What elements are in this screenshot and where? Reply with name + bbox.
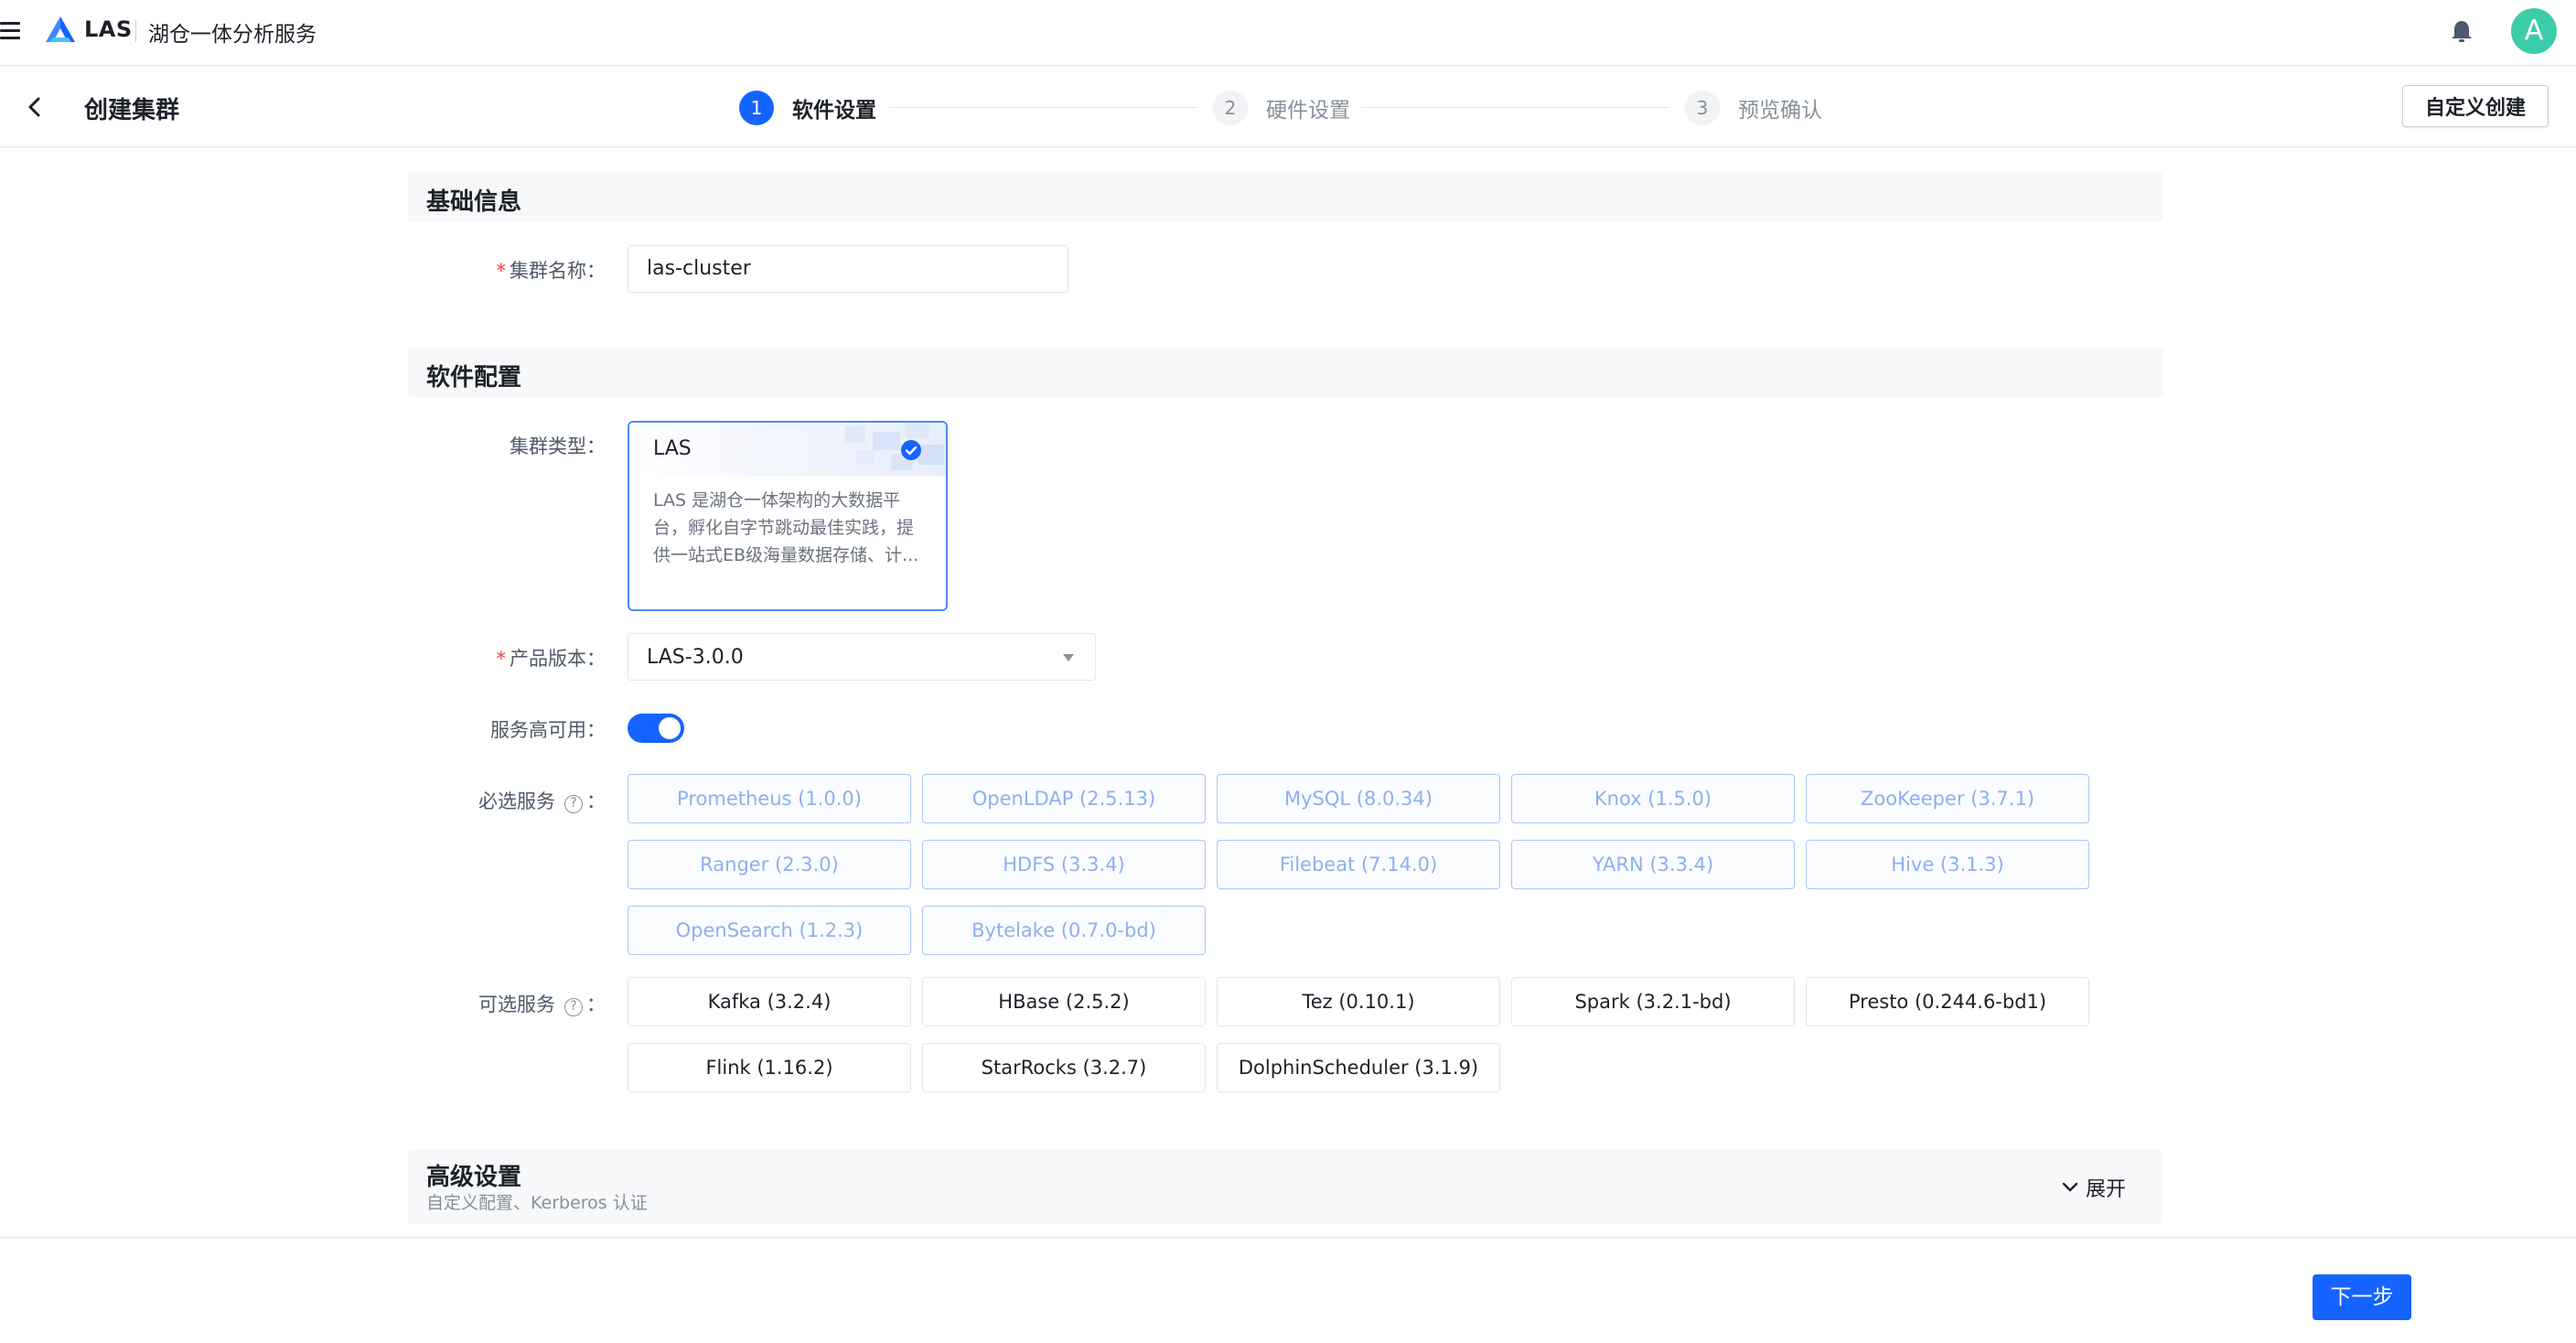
cluster-type-description: LAS 是湖仓一体架构的大数据平 台，孵化自字节跳动最佳实践，提 供一站式EB级… (653, 490, 919, 565)
step-number: 1 (739, 91, 774, 125)
required-service-tag: ZooKeeper (3.7.1) (1806, 774, 2089, 823)
top-navigation-bar: LAS 湖仓一体分析服务 A (0, 0, 2576, 66)
page-header: 创建集群 1 软件设置 2 硬件设置 3 预览确认 自定义创建 (0, 67, 2576, 147)
optional-service-tag[interactable]: DolphinScheduler (3.1.9) (1217, 1043, 1500, 1092)
basic-info-section-header: 基础信息 (408, 172, 2163, 221)
required-service-tag: Bytelake (0.7.0-bd) (922, 906, 1206, 955)
product-name: 湖仓一体分析服务 (148, 23, 317, 47)
section-title: 软件配置 (426, 364, 522, 392)
section-subtitle: 自定义配置、Kerberos 认证 (426, 1193, 648, 1213)
required-services-label: 必选服务?： (478, 790, 606, 813)
custom-create-button[interactable]: 自定义创建 (2402, 85, 2549, 127)
card-pattern (845, 423, 944, 470)
optional-service-tag[interactable]: Presto (0.244.6-bd1) (1806, 977, 2089, 1026)
help-icon[interactable]: ? (564, 795, 583, 813)
step-number: 2 (1213, 91, 1248, 125)
notification-bell-icon[interactable] (2450, 18, 2474, 44)
step-label: 硬件设置 (1266, 99, 1350, 123)
required-service-tag: MySQL (8.0.34) (1217, 774, 1500, 823)
step-label: 预览确认 (1738, 99, 1822, 123)
page-title: 创建集群 (84, 97, 180, 124)
cluster-type-name: LAS (653, 437, 692, 460)
section-title: 基础信息 (426, 188, 522, 216)
menu-icon[interactable] (0, 22, 20, 40)
step-label: 软件设置 (792, 99, 876, 123)
optional-service-tag[interactable]: StarRocks (3.2.7) (922, 1043, 1206, 1092)
select-value: LAS-3.0.0 (647, 646, 744, 669)
selected-check-icon (901, 440, 921, 460)
software-config-section-header: 软件配置 (408, 348, 2163, 397)
required-service-tag: Prometheus (1.0.0) (628, 774, 911, 823)
optional-service-tag[interactable]: Spark (3.2.1-bd) (1511, 977, 1795, 1026)
cluster-type-card-las[interactable]: LAS LAS 是湖仓一体架构的大数据平 台，孵化自字节跳动最佳实践，提 供一站… (628, 421, 948, 611)
user-avatar[interactable]: A (2511, 8, 2557, 54)
logo-text: LAS (84, 16, 133, 42)
help-icon[interactable]: ? (564, 998, 583, 1016)
required-service-tag: Knox (1.5.0) (1511, 774, 1795, 823)
toggle-knob (659, 717, 681, 739)
back-arrow-icon[interactable] (24, 94, 48, 120)
step-connector (889, 107, 1197, 108)
optional-service-tag[interactable]: Kafka (3.2.4) (628, 977, 911, 1026)
step-preview-confirm: 3 预览确认 (1685, 90, 1822, 126)
required-service-tag: HDFS (3.3.4) (922, 840, 1206, 889)
product-version-select[interactable]: LAS-3.0.0 (628, 633, 1096, 681)
cluster-name-input[interactable]: las-cluster (628, 245, 1068, 293)
optional-service-tag[interactable]: Flink (1.16.2) (628, 1043, 911, 1092)
cluster-name-label: * 集群名称： (496, 260, 606, 282)
required-service-tag: Filebeat (7.14.0) (1217, 840, 1500, 889)
step-software-settings: 1 软件设置 (739, 90, 876, 126)
required-service-tag: OpenSearch (1.2.3) (628, 906, 911, 955)
optional-service-tag[interactable]: Tez (0.10.1) (1217, 977, 1500, 1026)
dropdown-caret-icon (1063, 654, 1074, 661)
optional-services-label: 可选服务?： (478, 994, 606, 1016)
high-availability-label: 服务高可用： (490, 719, 606, 741)
section-title: 高级设置 (426, 1164, 522, 1191)
required-service-tag: OpenLDAP (2.5.13) (922, 774, 1206, 823)
card-header: LAS (629, 423, 946, 476)
logo-divider (135, 20, 136, 42)
step-number: 3 (1685, 91, 1720, 125)
next-step-button[interactable]: 下一步 (2313, 1274, 2411, 1320)
required-service-tag: Ranger (2.3.0) (628, 840, 911, 889)
high-availability-toggle[interactable] (628, 714, 684, 743)
optional-service-tag[interactable]: HBase (2.5.2) (922, 977, 1206, 1026)
expand-label: 展开 (2085, 1178, 2126, 1201)
chevron-down-icon (2062, 1182, 2078, 1192)
footer-bar: 下一步 (0, 1237, 2576, 1343)
step-hardware-settings: 2 硬件设置 (1213, 90, 1350, 126)
las-logo-icon (46, 16, 75, 42)
advanced-settings-section-header: 高级设置 自定义配置、Kerberos 认证 展开 (408, 1149, 2163, 1224)
expand-toggle[interactable]: 展开 (2062, 1173, 2126, 1202)
cluster-type-label: 集群类型： (510, 435, 606, 457)
required-service-tag: YARN (3.3.4) (1511, 840, 1795, 889)
product-version-label: * 产品版本： (496, 648, 606, 670)
step-connector (1361, 107, 1669, 108)
required-service-tag: Hive (3.1.3) (1806, 840, 2089, 889)
